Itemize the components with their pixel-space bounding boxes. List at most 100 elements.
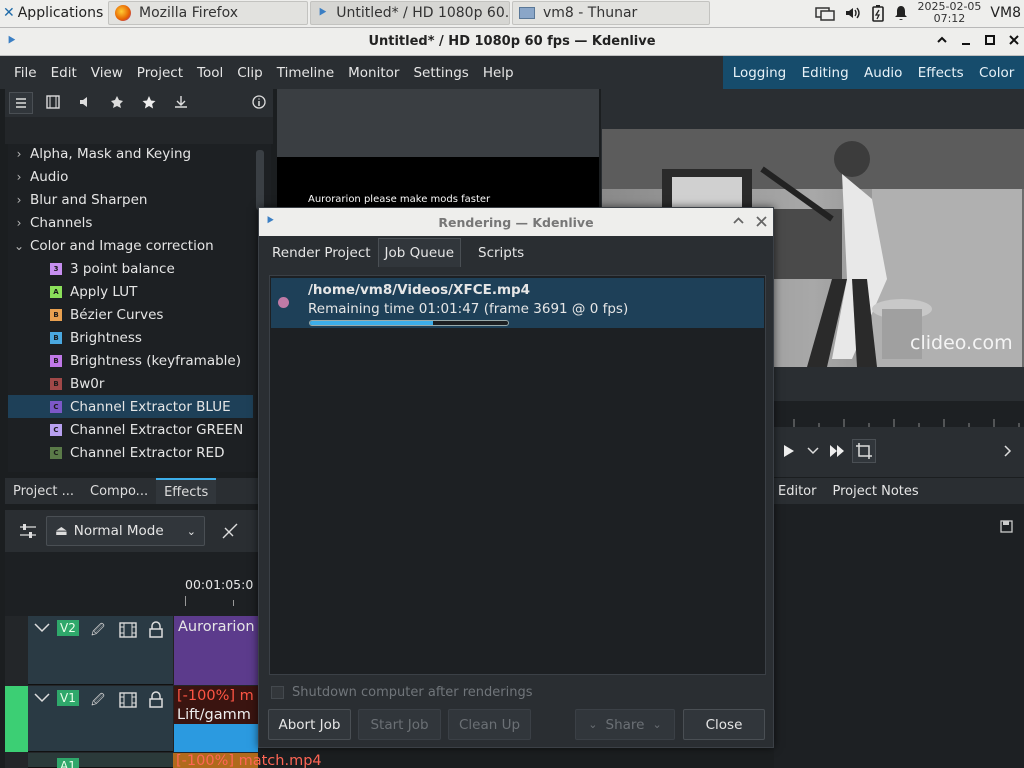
window-shade-icon[interactable] <box>936 34 948 46</box>
track-name-a1[interactable]: A1 <box>57 758 79 768</box>
tab-effects[interactable]: Effects <box>156 478 217 504</box>
chevron-down-icon[interactable] <box>34 692 50 704</box>
favorite-star-icon[interactable] <box>142 95 156 109</box>
chevron-right-icon[interactable] <box>1004 445 1012 457</box>
fast-forward-icon[interactable] <box>829 444 845 458</box>
tab-editor[interactable]: Editor <box>778 484 816 499</box>
crop-icon[interactable] <box>852 439 876 463</box>
track-name-v2[interactable]: V2 <box>57 620 79 636</box>
effect-item[interactable]: B Brightness (keyframable) <box>8 349 253 372</box>
lock-icon[interactable] <box>149 621 163 638</box>
film-icon[interactable] <box>119 622 137 638</box>
effect-item[interactable]: B Bw0r <box>8 372 253 395</box>
track-header-a1[interactable]: A1 <box>28 753 173 768</box>
notification-bell-icon[interactable] <box>894 5 908 21</box>
save-icon[interactable] <box>1000 520 1013 533</box>
effects-scrollbar[interactable] <box>256 150 264 210</box>
user-menu[interactable]: VM8 <box>990 5 1021 21</box>
project-notes-panel[interactable] <box>774 504 1024 768</box>
effect-wand-icon[interactable]: 🖉 <box>91 621 105 643</box>
effect-item[interactable]: A Apply LUT <box>8 280 253 303</box>
tab-job-queue[interactable]: Job Queue <box>377 238 461 267</box>
timeline-clip[interactable]: [-100%] m Lift/gamm <box>173 686 259 752</box>
window-close-icon[interactable] <box>1008 34 1020 46</box>
menu-help[interactable]: Help <box>476 65 521 81</box>
window-maximize-icon[interactable] <box>984 34 996 46</box>
task-thunar[interactable]: vm8 - Thunar <box>512 1 710 25</box>
effect-wand-icon[interactable]: 🖉 <box>91 691 105 713</box>
tab-project-notes[interactable]: Project Notes <box>832 484 918 499</box>
category-blur-sharpen[interactable]: › Blur and Sharpen <box>8 188 253 211</box>
workspace-color[interactable]: Color <box>979 65 1014 81</box>
track-header-v1[interactable]: V1 🖉 <box>28 686 173 752</box>
battery-icon[interactable] <box>871 4 885 22</box>
effect-item[interactable]: C Channel Extractor GREEN <box>8 418 253 441</box>
timeline-ruler[interactable]: 00:01:05:0 <box>5 552 258 616</box>
dialog-shade-icon[interactable] <box>733 216 744 226</box>
effect-item[interactable]: 3 3 point balance <box>8 257 253 280</box>
menu-clip[interactable]: Clip <box>230 65 270 81</box>
category-color-image-correction[interactable]: ⌄ Color and Image correction <box>8 234 253 257</box>
workspace-editing[interactable]: Editing <box>802 65 849 81</box>
tab-render-project[interactable]: Render Project <box>265 238 378 267</box>
list-view-icon[interactable] <box>9 92 33 114</box>
category-channels[interactable]: › Channels <box>8 211 253 234</box>
track-target-indicator[interactable] <box>5 686 28 752</box>
chevron-down-icon[interactable] <box>34 622 50 634</box>
dialog-close-icon[interactable] <box>756 216 767 227</box>
track-name-v1[interactable]: V1 <box>57 690 79 706</box>
tab-compositions[interactable]: Compo... <box>82 484 156 499</box>
effect-item[interactable]: C Channel Extractor RED <box>8 441 253 464</box>
lock-icon[interactable] <box>149 691 163 708</box>
effect-item-selected[interactable]: C Channel Extractor BLUE <box>8 395 253 418</box>
task-kdenlive[interactable]: ⯈ Untitled* / HD 1080p 60... <box>310 1 510 25</box>
volume-icon[interactable] <box>844 5 862 21</box>
effects-search-input[interactable] <box>5 117 273 144</box>
audio-effects-icon[interactable] <box>78 95 92 109</box>
abort-job-button[interactable]: Abort Job <box>268 709 351 740</box>
tab-scripts[interactable]: Scripts <box>461 238 531 267</box>
menu-tool[interactable]: Tool <box>190 65 230 81</box>
info-icon[interactable] <box>252 95 266 109</box>
menu-file[interactable]: File <box>0 65 44 81</box>
workspace-effects[interactable]: Effects <box>918 65 964 81</box>
custom-effects-icon[interactable] <box>110 95 124 109</box>
window-minimize-icon[interactable] <box>960 34 972 46</box>
start-job-button[interactable]: Start Job <box>358 709 441 740</box>
task-firefox[interactable]: Mozilla Firefox <box>108 1 308 25</box>
category-audio[interactable]: › Audio <box>8 165 253 188</box>
effect-item[interactable]: B Bézier Curves <box>8 303 253 326</box>
applications-menu[interactable]: ✕ Applications <box>0 0 103 26</box>
download-icon[interactable] <box>174 95 188 109</box>
video-effects-icon[interactable] <box>46 95 60 109</box>
razor-tool-icon[interactable] <box>221 522 239 540</box>
film-icon[interactable] <box>119 692 137 708</box>
menu-monitor[interactable]: Monitor <box>341 65 406 81</box>
shutdown-checkbox[interactable] <box>271 686 284 699</box>
edit-mode-select[interactable]: ⏏ Normal Mode ⌄ <box>46 516 205 546</box>
job-row[interactable]: /home/vm8/Videos/XFCE.mp4 Remaining time… <box>271 278 764 328</box>
timeline-settings-icon[interactable] <box>19 522 37 540</box>
chevron-down-icon[interactable] <box>807 446 819 456</box>
menu-settings[interactable]: Settings <box>406 65 475 81</box>
close-button[interactable]: Close <box>683 709 765 740</box>
network-icon[interactable] <box>815 5 836 21</box>
clean-up-button[interactable]: Clean Up <box>448 709 531 740</box>
track-header-v2[interactable]: V2 🖉 <box>28 616 173 685</box>
workspace-logging[interactable]: Logging <box>733 65 787 81</box>
workspace-audio[interactable]: Audio <box>864 65 902 81</box>
menu-edit[interactable]: Edit <box>44 65 84 81</box>
tab-project-bin[interactable]: Project ... <box>5 484 82 499</box>
play-icon[interactable] <box>783 444 795 458</box>
timeline-clip[interactable]: Aurorarion <box>173 616 258 685</box>
share-button[interactable]: ⌄ Share ⌄ <box>575 709 675 740</box>
menu-view[interactable]: View <box>84 65 130 81</box>
clock[interactable]: 2025-02-05 07:12 <box>917 1 981 25</box>
clip-monitor[interactable]: Aurorarion please make mods faster <box>277 89 599 209</box>
menu-project[interactable]: Project <box>130 65 190 81</box>
timeline-audio-clip[interactable]: [-100%] match.mp4 <box>173 753 322 768</box>
menu-timeline[interactable]: Timeline <box>270 65 341 81</box>
monitor-ruler[interactable] <box>774 401 1024 427</box>
category-alpha-mask-keying[interactable]: › Alpha, Mask and Keying <box>8 144 253 165</box>
effect-item[interactable]: B Brightness <box>8 326 253 349</box>
